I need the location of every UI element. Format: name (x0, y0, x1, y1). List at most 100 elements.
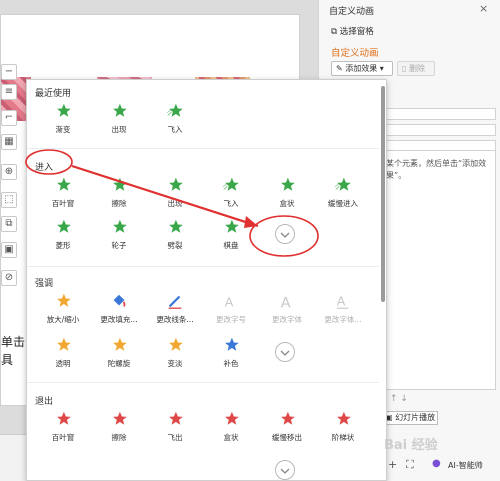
hint-text: 某个元素，然后单击“添加效果”。 (386, 159, 487, 180)
star-green-icon (259, 176, 315, 194)
section-title-recent: 最近使用 (35, 89, 72, 99)
pane-heading: 自定义动画 (331, 48, 379, 59)
edit-icon: ✎ (336, 64, 346, 73)
scrollbar-thumb[interactable] (381, 86, 385, 302)
ai-label: AI-智能帅 (448, 461, 483, 470)
star-green-icon (147, 176, 203, 194)
effect-item[interactable]: A 更改字体... (315, 292, 371, 328)
effect-item[interactable]: 阶梯状 (315, 410, 371, 446)
chevron-down-icon (280, 468, 290, 474)
start-field[interactable] (386, 108, 496, 120)
effect-item[interactable]: 变淡 (147, 336, 203, 372)
effect-label: 陀螺旋 (107, 359, 131, 368)
effect-item[interactable]: 百叶窗 (35, 410, 91, 446)
close-icon[interactable]: × (479, 2, 488, 15)
star-blue-icon (203, 336, 259, 354)
ai-icon[interactable]: ● (432, 458, 441, 469)
star-green-icon (91, 218, 147, 236)
star-yellow-icon (35, 336, 91, 354)
star-red-icon (147, 410, 203, 428)
effect-item[interactable]: 棋盘 (203, 218, 259, 254)
effect-label: 劈裂 (167, 241, 183, 250)
trash-icon: ▯ (402, 64, 409, 73)
star-green-icon (35, 176, 91, 194)
plus-icon[interactable]: + (388, 458, 397, 471)
star-red-icon (203, 410, 259, 428)
effect-item[interactable]: 透明 (35, 336, 91, 372)
effect-item[interactable]: 补色 (203, 336, 259, 372)
add-effect-label: 添加效果 (345, 64, 378, 73)
select-pane-label: 选择窗格 (339, 27, 374, 37)
reorder-arrows-icon[interactable]: ↑ ↓ (390, 394, 408, 404)
add-effect-button[interactable]: ✎ 添加效果 ▾ (331, 61, 393, 76)
effect-item[interactable]: 放大/缩小 (35, 292, 91, 328)
effect-item[interactable]: 擦除 (91, 410, 147, 446)
effect-item[interactable]: A 更改字体 (259, 292, 315, 328)
effect-item[interactable]: 百叶窗 (35, 176, 91, 212)
copy-icon[interactable]: ⧉ (1, 216, 17, 232)
effect-label: 百叶窗 (51, 199, 75, 208)
select-pane-button[interactable]: ⧉ 选择窗格 (331, 25, 374, 37)
effect-label: 补色 (223, 359, 239, 368)
property-field[interactable] (386, 124, 496, 136)
grid-icon[interactable]: ▦ (1, 134, 17, 150)
effect-label: 阶梯状 (331, 433, 355, 442)
effect-item[interactable]: 出现 (91, 102, 147, 138)
minus-icon[interactable]: − (1, 64, 17, 80)
effect-label: 渐变 (55, 125, 71, 134)
effect-item[interactable]: 出现 (147, 176, 203, 212)
effect-item[interactable]: 飞入 (147, 102, 203, 138)
divider (27, 382, 379, 383)
effect-label: 更改线条... (156, 315, 194, 324)
animation-list[interactable] (386, 150, 496, 390)
effect-item[interactable]: 更改填充... (91, 292, 147, 328)
star-yellow-icon (91, 336, 147, 354)
more-enter-button[interactable] (275, 224, 295, 244)
effect-label: 盒状 (279, 199, 295, 208)
svg-text:A: A (281, 295, 291, 310)
slide-text[interactable]: 单击 (1, 333, 25, 350)
effect-label: 出现 (167, 199, 183, 208)
effect-label: 擦除 (111, 199, 127, 208)
star-green-icon (147, 218, 203, 236)
effect-label: 飞入 (223, 199, 239, 208)
effect-item[interactable]: 缓慢进入 (315, 176, 371, 212)
effect-label: 飞出 (167, 433, 183, 442)
effect-label: 擦除 (111, 433, 127, 442)
effect-item[interactable]: 劈裂 (147, 218, 203, 254)
slide-text[interactable]: 具 (1, 351, 13, 368)
effect-item[interactable]: A 更改字号 (203, 292, 259, 328)
zoom-icon[interactable]: ⊕ (1, 164, 17, 180)
more-exit-button[interactable] (275, 460, 295, 480)
slash-icon[interactable]: ⊘ (1, 270, 17, 286)
star-red-icon (91, 410, 147, 428)
select-icon[interactable]: ⬚ (1, 192, 17, 208)
star-red-icon (259, 410, 315, 428)
effect-item[interactable]: 菱形 (35, 218, 91, 254)
effect-item[interactable]: 渐变 (35, 102, 91, 138)
effect-item[interactable]: 轮子 (91, 218, 147, 254)
delete-button[interactable]: ▯ 删除 (397, 61, 435, 76)
font-size-icon: A (203, 292, 259, 310)
effect-item[interactable]: 盒状 (259, 176, 315, 212)
image-icon[interactable]: ▣ (1, 242, 17, 258)
status-bar: + ⛶ ● AI-智能帅 (380, 455, 500, 477)
crop-icon[interactable]: ⌐ (1, 110, 17, 126)
effect-item[interactable]: 盒状 (203, 410, 259, 446)
effect-label: 透明 (55, 359, 71, 368)
more-emphasis-button[interactable] (275, 342, 295, 362)
chevron-down-icon (280, 232, 290, 238)
select-pane-icon: ⧉ (331, 27, 340, 37)
effect-item[interactable]: 缓慢移出 (259, 410, 315, 446)
effect-item[interactable]: 更改线条... (147, 292, 203, 328)
layers-icon[interactable]: ≡ (1, 84, 17, 100)
fit-icon[interactable]: ⛶ (406, 458, 414, 472)
effect-item[interactable]: 飞入 (203, 176, 259, 212)
effect-label: 更改字体... (324, 315, 362, 324)
effect-item[interactable]: 飞出 (147, 410, 203, 446)
pane-title: 自定义动画 (329, 7, 375, 17)
slideshow-play-button[interactable]: ▣ 幻灯片播放 (380, 411, 438, 425)
star-green-fly-icon (315, 176, 371, 194)
effect-item[interactable]: 陀螺旋 (91, 336, 147, 372)
effect-item[interactable]: 擦除 (91, 176, 147, 212)
